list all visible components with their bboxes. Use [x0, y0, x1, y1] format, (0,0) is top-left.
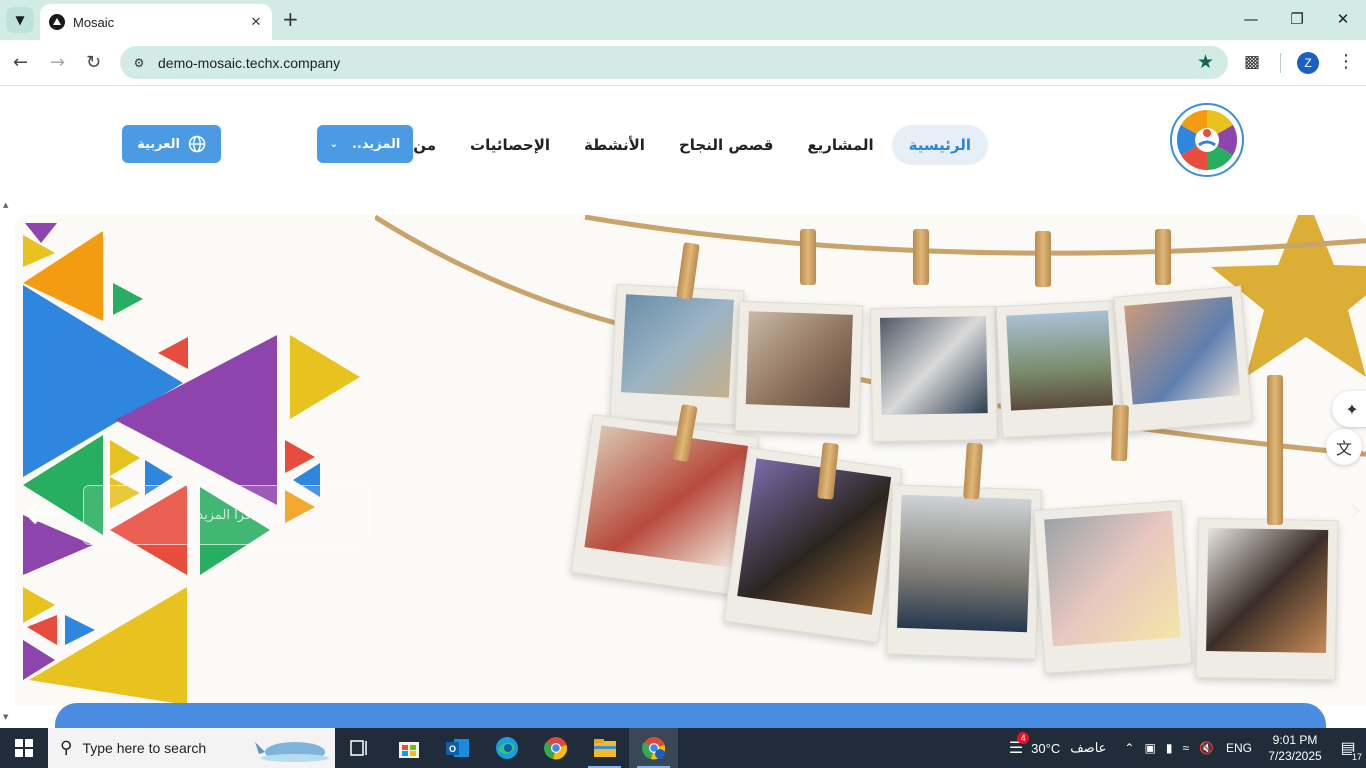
volume-muted-icon[interactable]: 🔇: [1199, 741, 1214, 755]
clothespin: [1155, 229, 1171, 285]
file-explorer-icon[interactable]: [580, 728, 629, 768]
clothespin: [1111, 404, 1129, 462]
window-close-icon[interactable]: ✕: [1320, 10, 1366, 28]
site-info-icon[interactable]: ⚙: [130, 54, 148, 72]
extensions-puzzle-icon[interactable]: ▩: [1244, 52, 1260, 72]
tab-search-chevron-icon[interactable]: ▼: [6, 7, 34, 33]
address-bar[interactable]: ⚙ demo-mosaic.techx.company ★: [120, 46, 1228, 79]
photo-card: [734, 300, 864, 436]
browser-menu-icon[interactable]: ⋮: [1337, 51, 1355, 72]
photo-card: [995, 299, 1125, 439]
more-dropdown-button[interactable]: المزيد.. ⌄: [317, 125, 413, 163]
scroll-down-icon[interactable]: ▼: [3, 713, 8, 721]
chrome-icon[interactable]: [531, 728, 580, 768]
back-arrow-icon[interactable]: ←: [13, 52, 28, 73]
minimize-icon[interactable]: —: [1228, 10, 1274, 28]
nav-item-activities[interactable]: الأنشطة: [584, 125, 645, 165]
clothespin: [1267, 375, 1283, 525]
outlook-icon[interactable]: O: [433, 728, 482, 768]
search-icon: ⚲: [60, 738, 73, 758]
url-text[interactable]: demo-mosaic.techx.company: [158, 55, 1228, 71]
nav-item-statistics[interactable]: الإحصائيات: [470, 125, 550, 165]
nav-item-projects[interactable]: المشاريع: [807, 125, 873, 165]
bookmark-star-icon[interactable]: ★: [1197, 51, 1214, 73]
browser-toolbar: ← → ↻ ⚙ demo-mosaic.techx.company ★ ▩ Z …: [0, 40, 1366, 86]
task-view-icon[interactable]: [335, 728, 384, 768]
page-content: ▲ اقرأ المزيد ← › ✦ 文 ▼: [0, 201, 1366, 743]
tab-close-icon[interactable]: ✕: [246, 15, 266, 30]
notification-count: 17: [1351, 752, 1362, 762]
main-nav: الرئيسية المشاريع قصص النجاح الأنشطة الإ…: [378, 125, 988, 165]
language-label: العربية: [137, 136, 180, 152]
temperature-text[interactable]: 30°C: [1031, 741, 1060, 756]
browser-tab[interactable]: Mosaic ✕: [40, 4, 272, 40]
profile-avatar[interactable]: Z: [1297, 52, 1319, 74]
globe-icon: [188, 135, 206, 153]
microsoft-store-icon[interactable]: [384, 728, 433, 768]
photo-card: [1113, 285, 1253, 433]
site-header: الرئيسية المشاريع قصص النجاح الأنشطة الإ…: [0, 87, 1366, 203]
windows-taskbar: ⚲ Type here to search O ☰ 4 30°C عاصف ⌃ …: [0, 728, 1366, 768]
weather-icon[interactable]: ☰ 4: [1009, 732, 1030, 758]
notification-center-icon[interactable]: ▤ 17: [1330, 728, 1366, 768]
forward-arrow-icon[interactable]: →: [50, 52, 65, 73]
browser-tab-bar: ▼ Mosaic ✕ + — ❐ ✕: [0, 0, 1366, 40]
weather-text[interactable]: عاصف: [1070, 740, 1106, 756]
meet-now-icon[interactable]: ▣: [1144, 741, 1155, 755]
reload-icon[interactable]: ↻: [86, 52, 101, 73]
hero-carousel: اقرأ المزيد ← ›: [15, 215, 1366, 705]
ai-sparkle-icon[interactable]: ✦: [1332, 391, 1366, 427]
more-label: المزيد..: [351, 136, 401, 152]
wifi-icon[interactable]: ≈: [1182, 741, 1189, 755]
nav-item-success-stories[interactable]: قصص النجاح: [679, 125, 773, 165]
battery-icon[interactable]: ▮: [1166, 741, 1173, 755]
nav-item-home[interactable]: الرئيسية: [891, 125, 988, 165]
clock-time: 9:01 PM: [1272, 733, 1318, 747]
input-language[interactable]: ENG: [1226, 741, 1252, 755]
whale-search-art-icon: [255, 742, 329, 762]
photo-card: [609, 283, 745, 426]
photo-card: [869, 305, 999, 443]
tray-chevron-up-icon[interactable]: ⌃: [1124, 741, 1134, 755]
svg-text:O: O: [448, 744, 455, 754]
clothespin: [800, 229, 816, 285]
triangle-pattern-art: [23, 223, 360, 705]
translate-icon[interactable]: 文: [1326, 429, 1362, 465]
chevron-down-icon: ⌄: [329, 138, 338, 150]
tab-title: Mosaic: [73, 14, 115, 30]
toolbar-divider: [1280, 53, 1281, 73]
taskbar-search-box[interactable]: ⚲ Type here to search: [48, 728, 335, 768]
clothespin: [1035, 231, 1051, 287]
photo-card: [1033, 500, 1193, 674]
weather-badge: 4: [1017, 732, 1030, 744]
carousel-next-arrow-icon[interactable]: ›: [1348, 493, 1362, 527]
photo-card: [723, 447, 903, 643]
language-button[interactable]: العربية: [122, 125, 221, 163]
read-more-button[interactable]: اقرأ المزيد: [83, 485, 369, 545]
clock-date: 7/23/2025: [1268, 749, 1322, 763]
restore-icon[interactable]: ❐: [1274, 10, 1320, 28]
carousel-prev-arrow-icon[interactable]: ←: [23, 487, 65, 537]
photo-card: [1195, 517, 1339, 681]
scroll-up-icon[interactable]: ▲: [3, 201, 8, 209]
new-tab-icon[interactable]: +: [282, 8, 299, 30]
clothespin: [913, 229, 929, 285]
chrome-profile-icon[interactable]: [629, 728, 678, 768]
system-tray: ☰ 4 30°C عاصف ⌃ ▣ ▮ ≈ 🔇 ENG 9:01 PM 7/23…: [1009, 728, 1366, 768]
photo-card: [886, 484, 1042, 660]
clock[interactable]: 9:01 PM 7/23/2025: [1260, 732, 1330, 764]
windows-start-icon[interactable]: [0, 728, 48, 768]
mosaic-favicon-icon: [49, 14, 65, 30]
search-placeholder: Type here to search: [82, 740, 207, 756]
edge-icon[interactable]: [482, 728, 531, 768]
mosaic-logo[interactable]: [1166, 99, 1248, 181]
